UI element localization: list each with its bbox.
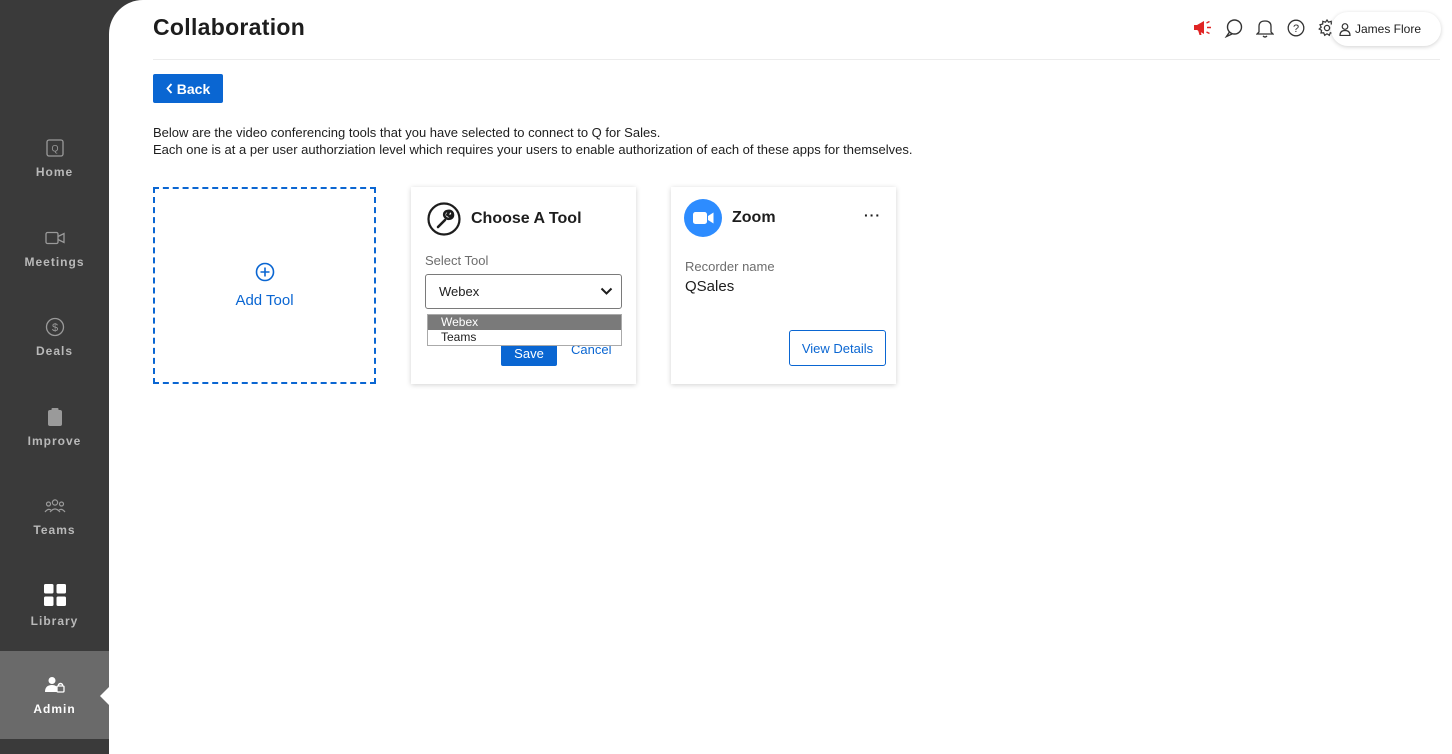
tool-dropdown-list: Webex Teams [427, 314, 622, 346]
bell-icon[interactable] [1254, 16, 1276, 40]
card-title: Choose A Tool [471, 210, 582, 227]
card-header: Choose A Tool [427, 202, 582, 236]
card-title: Zoom [732, 209, 776, 226]
user-menu[interactable]: James Flore [1331, 12, 1441, 46]
clipboard-icon [44, 406, 66, 428]
sidebar-item-label: Home [35, 165, 74, 179]
zoom-tool-card: Zoom ··· Recorder name QSales View Detai… [671, 187, 896, 384]
sidebar-item-label: Library [30, 614, 79, 628]
sidebar-item-home[interactable]: Q Home [0, 114, 109, 202]
sidebar-item-teams[interactable]: Teams [0, 472, 109, 560]
user-icon [1339, 22, 1351, 36]
main-content: Collaboration ? James Flore Back Below a… [109, 0, 1452, 754]
page-description: Below are the video conferencing tools t… [153, 124, 913, 158]
card-header: Zoom [684, 199, 776, 237]
description-line-2: Each one is at a per user authorziation … [153, 142, 913, 157]
add-tool-card[interactable]: Add Tool [153, 187, 376, 384]
sidebar-item-label: Improve [27, 434, 82, 448]
recorder-name-value: QSales [685, 278, 735, 295]
more-options-icon[interactable]: ··· [864, 207, 881, 223]
svg-text:$: $ [51, 322, 57, 334]
choose-tool-card: Choose A Tool Select Tool Webex Save Can… [411, 187, 636, 384]
sidebar-item-label: Admin [33, 702, 76, 716]
chevron-down-icon [600, 287, 613, 296]
chat-icon[interactable] [1223, 16, 1245, 40]
home-icon: Q [44, 137, 66, 159]
back-button-label: Back [176, 80, 211, 97]
header-divider [153, 59, 1440, 60]
megaphone-icon[interactable] [1192, 16, 1214, 40]
svg-text:?: ? [1293, 23, 1299, 35]
description-line-1: Below are the video conferencing tools t… [153, 125, 661, 140]
sidebar-item-label: Teams [33, 523, 76, 537]
team-icon [44, 495, 66, 517]
tool-select-value: Webex [439, 284, 480, 299]
dropdown-option-webex[interactable]: Webex [428, 315, 621, 330]
dollar-icon: $ [44, 316, 66, 338]
tool-select[interactable]: Webex [425, 274, 622, 309]
sidebar-item-meetings[interactable]: Meetings [0, 204, 109, 292]
select-tool-label: Select Tool [425, 253, 489, 268]
wrench-icon [427, 202, 461, 236]
sidebar: Q Home Meetings $ Deals Improve Teams Li… [0, 0, 109, 754]
admin-icon [44, 674, 66, 696]
sidebar-item-label: Deals [35, 344, 74, 358]
sidebar-item-library[interactable]: Library [0, 561, 109, 649]
svg-text:Q: Q [51, 144, 58, 154]
sidebar-item-admin[interactable]: Admin [0, 651, 109, 739]
header-toolbar: ? [1192, 16, 1338, 40]
help-icon[interactable]: ? [1285, 16, 1307, 40]
view-details-button[interactable]: View Details [789, 330, 886, 366]
back-button[interactable]: Back [153, 74, 223, 103]
plus-circle-icon [255, 262, 275, 282]
add-tool-label: Add Tool [235, 292, 294, 309]
sidebar-item-deals[interactable]: $ Deals [0, 293, 109, 381]
sidebar-item-improve[interactable]: Improve [0, 383, 109, 471]
page-title: Collaboration [153, 14, 306, 40]
sidebar-item-label: Meetings [24, 255, 85, 269]
recorder-name-label: Recorder name [685, 259, 775, 274]
grid-icon [43, 582, 67, 608]
video-camera-icon [44, 227, 66, 249]
dropdown-option-teams[interactable]: Teams [428, 330, 621, 345]
chevron-left-icon [166, 83, 173, 94]
zoom-logo-icon [684, 199, 722, 237]
user-name: James Flore [1355, 22, 1422, 36]
